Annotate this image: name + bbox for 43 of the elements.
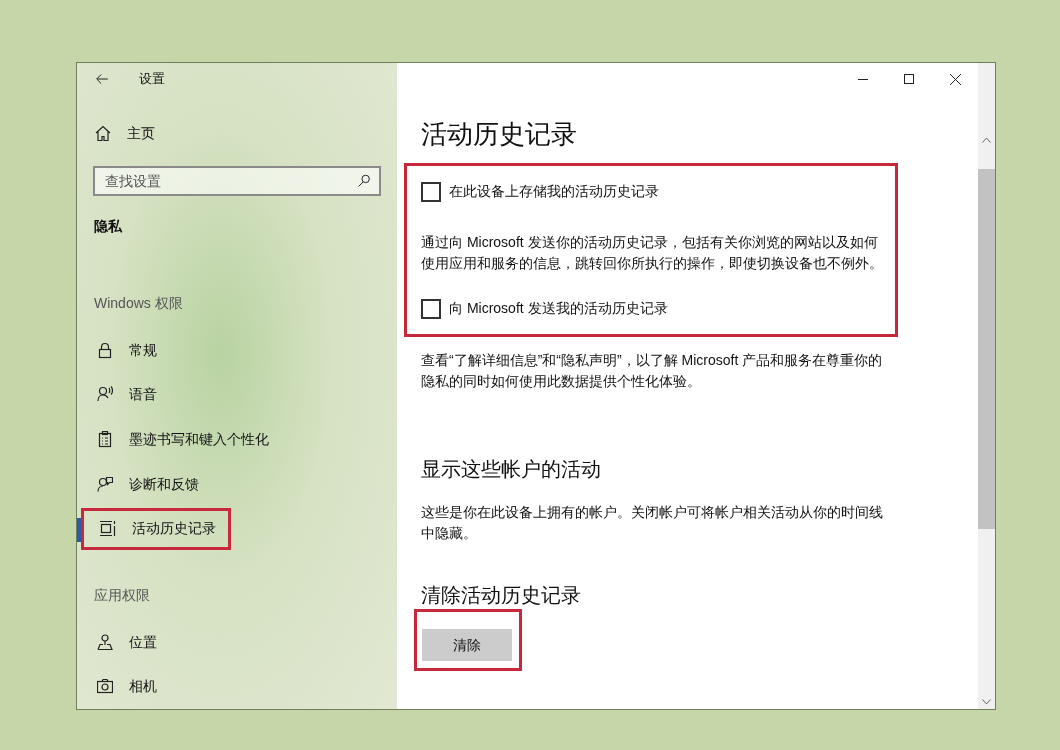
lock-icon	[97, 341, 113, 359]
checkbox[interactable]	[421, 298, 441, 319]
page-title: 活动历史记录	[421, 118, 577, 151]
description-text: 通过向 Microsoft 发送你的活动历史记录，包括有关你浏览的网站以及如何使用应用和服务的信息，跳转回你所执行的操作，即使切换设备也不例外。	[421, 233, 883, 273]
scroll-down-icon[interactable]	[982, 699, 991, 705]
person-chat-icon	[97, 475, 113, 493]
camera-icon	[97, 678, 113, 696]
scroll-up-icon[interactable]	[982, 137, 991, 143]
nav-item[interactable]: 诊断和反馈	[81, 463, 211, 506]
group-heading: 应用权限	[93, 585, 151, 605]
nav-item[interactable]: 墨迹书写和键入个性化	[81, 418, 281, 461]
clipboard-icon	[97, 431, 113, 448]
clear-button[interactable]: 清除	[422, 629, 512, 661]
category-heading: 隐私	[93, 217, 124, 237]
checkbox-option[interactable]: 在此设备上存储我的活动历史记录	[421, 181, 895, 202]
scrollbar-thumb[interactable]	[978, 169, 995, 529]
section-heading: 清除活动历史记录	[421, 583, 581, 608]
privacy-note: 查看“了解详细信息”和“隐私声明”，以了解 Microsoft 产品和服务在尊重你的隐私的同时如何使用此数据提供个性化体验。	[421, 351, 883, 391]
minimize-icon	[858, 78, 868, 80]
search-field[interactable]: 查找设置	[93, 166, 381, 197]
nav-item[interactable]: 活动历史记录	[81, 507, 231, 550]
section-description: 这些是你在此设备上拥有的帐户。关闭帐户可将帐户相关活动从你的时间线中隐藏。	[421, 503, 883, 543]
selection-indicator	[77, 518, 81, 543]
nav-item[interactable]: 相机	[81, 665, 169, 708]
scrollbar[interactable]	[978, 63, 995, 709]
home-icon	[95, 125, 111, 143]
checkbox-option[interactable]: 向 Microsoft 发送我的活动历史记录	[421, 298, 895, 319]
close-icon	[949, 73, 961, 85]
checkbox[interactable]	[421, 181, 441, 202]
back-arrow-icon	[95, 72, 109, 86]
person-pin-icon	[97, 633, 113, 651]
search-icon	[357, 174, 371, 189]
timeline-icon	[100, 520, 116, 538]
nav-item[interactable]: 位置	[81, 621, 169, 664]
group-heading: Windows 权限	[93, 294, 184, 314]
nav-item[interactable]: 常规	[81, 329, 169, 372]
back-button[interactable]	[95, 72, 109, 86]
section-heading: 显示这些帐户的活动	[421, 457, 601, 482]
home-link[interactable]: 主页	[77, 115, 397, 153]
maximize-icon	[904, 74, 914, 84]
nav-item[interactable]: 语音	[81, 373, 169, 416]
person-sound-icon	[97, 386, 113, 404]
window-title: 设置	[139, 70, 165, 89]
